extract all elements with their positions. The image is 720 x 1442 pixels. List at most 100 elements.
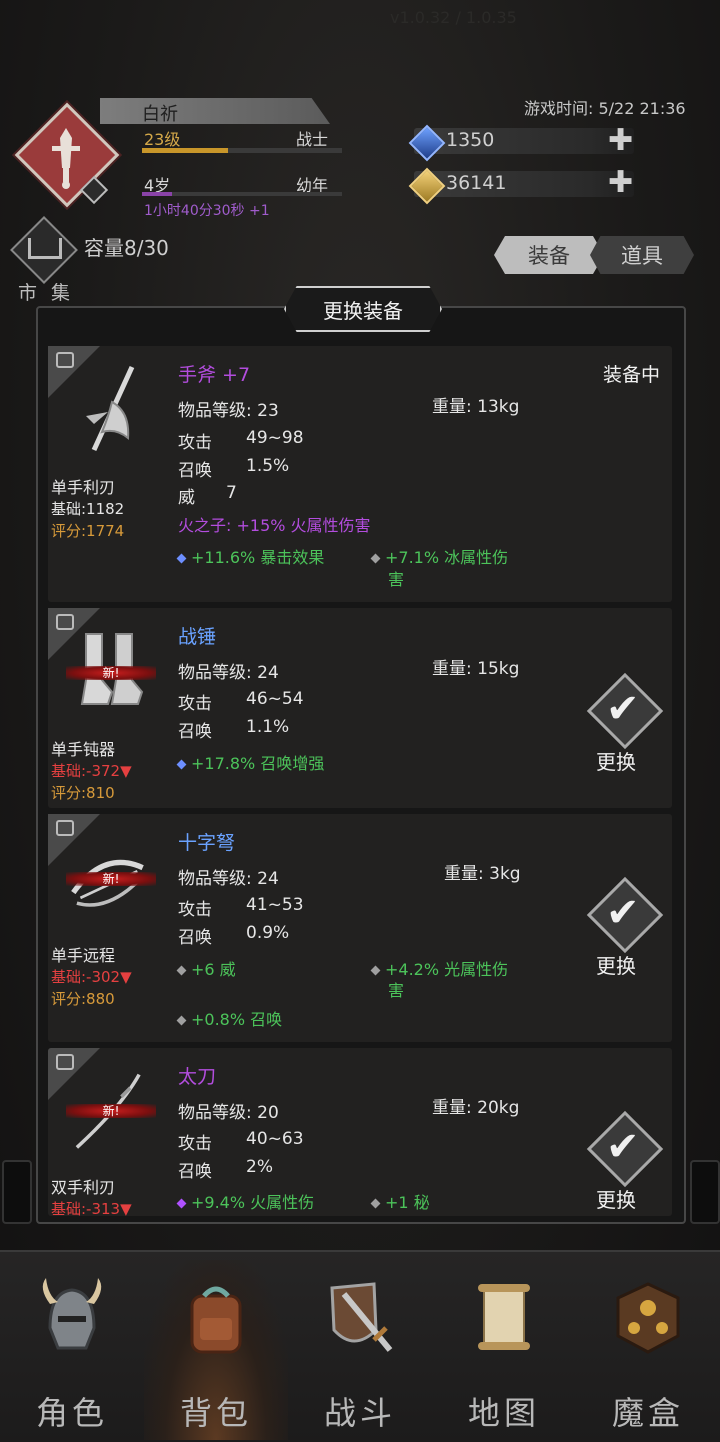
item-name: 战锤 bbox=[178, 626, 217, 648]
attack-value: 46~54 bbox=[246, 689, 304, 709]
item-weight: 重量: 20kg bbox=[432, 1098, 520, 1118]
item-type: 单手利刃 bbox=[51, 478, 116, 497]
item-level: 物品等级: 24 bbox=[178, 869, 279, 889]
attack-label: 攻击 bbox=[178, 1134, 212, 1154]
swap-button[interactable]: ✔ 更换 bbox=[586, 1110, 664, 1216]
item-card-war-hammer[interactable]: 新! 单手钝器 基础:-372▼ 评分:810 战锤 物品等级: 24 重量: … bbox=[48, 608, 672, 808]
item-level: 物品等级: 23 bbox=[178, 401, 279, 421]
affix-3: +0.8% 召唤 bbox=[176, 1006, 282, 1030]
item-card-tachi[interactable]: 新! 双手利刃 基础:-313▼ 太刀 物品等级: 20 重量: 20kg 攻击… bbox=[48, 1048, 672, 1216]
affix-1: +6 威 bbox=[176, 956, 236, 980]
nav-battle[interactable]: 战斗 bbox=[288, 1260, 432, 1440]
summon-value: 0.9% bbox=[246, 923, 290, 943]
affix-1-text: +11.6% 暴击效果 bbox=[191, 548, 325, 567]
age-progress-fill bbox=[142, 192, 172, 196]
item-base: 基础:1182 bbox=[51, 500, 125, 518]
item-score: 评分:1774 bbox=[51, 522, 125, 540]
panel-title-frame: 更换装备 bbox=[284, 286, 442, 332]
add-diamond-icon[interactable]: ✚ bbox=[608, 126, 633, 156]
summon-label: 召唤 bbox=[178, 461, 212, 481]
blue-gem-icon bbox=[176, 759, 187, 770]
affix-1: +9.4% 火属性伤 bbox=[176, 1189, 314, 1213]
backpack-icon bbox=[190, 1286, 242, 1354]
item-type: 单手钝器 bbox=[51, 740, 116, 759]
swap-label: 更换 bbox=[596, 750, 636, 774]
sword-shield-icon bbox=[330, 1282, 393, 1352]
swap-button[interactable]: ✔ 更换 bbox=[586, 876, 664, 982]
affix-2: +7.1% 冰属性伤 bbox=[370, 544, 508, 568]
nav-battle-label: 战斗 bbox=[323, 1394, 396, 1432]
level-progress-bar bbox=[142, 148, 342, 153]
player-level: 23级 bbox=[144, 130, 181, 149]
diamond-count: 1350 bbox=[446, 129, 495, 151]
version-text: v1.0.32 / 1.0.35 bbox=[390, 8, 517, 27]
summon-label: 召唤 bbox=[178, 1162, 212, 1182]
summon-value: 2% bbox=[246, 1157, 273, 1177]
gold-count: 36141 bbox=[446, 172, 507, 194]
affix-1: +17.8% 召唤增强 bbox=[176, 750, 325, 774]
lock-icon[interactable] bbox=[56, 614, 74, 630]
checkmark-icon: ✔ bbox=[606, 890, 640, 936]
item-card-hand-axe[interactable]: 单手利刃 基础:1182 评分:1774 手斧 +7 装备中 物品等级: 23 … bbox=[48, 346, 672, 602]
item-score: 评分:810 bbox=[51, 784, 115, 802]
affix-2: +1 秘 bbox=[370, 1189, 430, 1213]
item-type: 单手远程 bbox=[51, 946, 116, 965]
summon-value: 1.1% bbox=[246, 717, 290, 737]
nav-character-label: 角色 bbox=[35, 1394, 108, 1432]
nav-map[interactable]: 地图 bbox=[432, 1260, 576, 1440]
item-card-crossbow[interactable]: 新! 单手远程 基础:-302▼ 评分:880 十字弩 物品等级: 24 重量:… bbox=[48, 814, 672, 1042]
scroll-map-icon bbox=[478, 1284, 530, 1350]
grey-gem-icon bbox=[370, 553, 381, 564]
affix-2-text: +1 秘 bbox=[385, 1193, 430, 1212]
special-affix: 火之子: +15% 火属性伤害 bbox=[178, 516, 371, 535]
new-badge: 新! bbox=[66, 666, 156, 680]
affix-1: +11.6% 暴击效果 bbox=[176, 544, 325, 568]
tab-equipment[interactable]: 装备 bbox=[494, 236, 604, 274]
tab-items[interactable]: 道具 bbox=[590, 236, 694, 274]
new-badge: 新! bbox=[66, 1104, 156, 1118]
item-base: 基础:-302▼ bbox=[51, 968, 132, 986]
nav-character[interactable]: 角色 bbox=[0, 1260, 144, 1440]
affix-1-text: +6 威 bbox=[191, 960, 236, 979]
age-progress-bar bbox=[142, 192, 342, 196]
grey-gem-icon bbox=[370, 1198, 381, 1209]
attack-value: 49~98 bbox=[246, 428, 304, 448]
market-button[interactable] bbox=[10, 216, 78, 284]
equipped-status: 装备中 bbox=[602, 364, 660, 386]
sword-icon bbox=[52, 128, 80, 189]
market-label[interactable]: 市 集 bbox=[18, 278, 74, 305]
hand-axe-icon bbox=[86, 365, 135, 452]
item-weight: 重量: 13kg bbox=[432, 397, 520, 417]
class-emblem[interactable] bbox=[14, 102, 120, 208]
age-timer: 1小时40分30秒 +1 bbox=[144, 203, 270, 219]
swap-button[interactable]: ✔ 更换 bbox=[586, 672, 664, 778]
right-edge-decor bbox=[690, 1160, 720, 1224]
add-gold-icon[interactable]: ✚ bbox=[608, 168, 633, 198]
item-level: 物品等级: 24 bbox=[178, 663, 279, 683]
grey-gem-icon bbox=[370, 965, 381, 976]
item-score: 评分:880 bbox=[51, 990, 115, 1008]
item-level: 物品等级: 20 bbox=[178, 1103, 279, 1123]
checkmark-icon: ✔ bbox=[606, 1124, 640, 1170]
magic-box-icon bbox=[616, 1282, 680, 1354]
player-name: 白祈 bbox=[142, 104, 178, 125]
affix-1-text: +17.8% 召唤增强 bbox=[191, 754, 325, 773]
level-progress-fill bbox=[142, 148, 228, 153]
item-weight: 重量: 15kg bbox=[432, 659, 520, 679]
grey-gem-icon bbox=[176, 965, 187, 976]
attack-value: 40~63 bbox=[246, 1129, 304, 1149]
grey-gem-icon bbox=[176, 1015, 187, 1026]
panel-title: 更换装备 bbox=[323, 298, 403, 323]
summon-label: 召唤 bbox=[178, 928, 212, 948]
nav-backpack[interactable]: 背包 bbox=[144, 1260, 288, 1440]
nav-magic-box-label: 魔盒 bbox=[611, 1394, 684, 1432]
blue-gem-icon bbox=[176, 553, 187, 564]
item-base: 基础:-313▼ bbox=[51, 1200, 132, 1216]
nav-magic-box[interactable]: 魔盒 bbox=[576, 1260, 720, 1440]
cart-icon bbox=[28, 238, 62, 259]
attack-label: 攻击 bbox=[178, 433, 212, 453]
lock-icon[interactable] bbox=[56, 820, 74, 836]
attack-label: 攻击 bbox=[178, 900, 212, 920]
left-edge-decor bbox=[2, 1160, 32, 1224]
swap-label: 更换 bbox=[596, 954, 636, 978]
